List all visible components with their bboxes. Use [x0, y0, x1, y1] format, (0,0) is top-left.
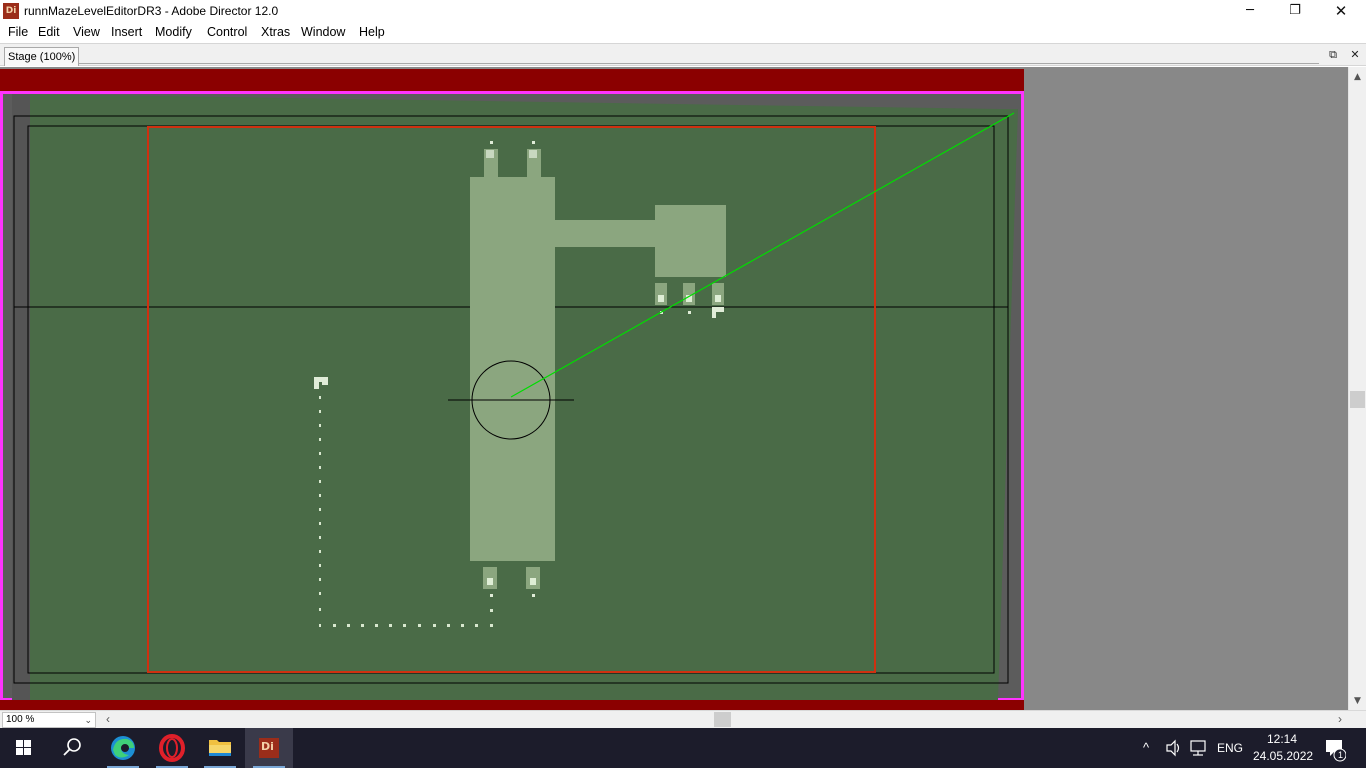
notification-center[interactable]: 1: [1322, 728, 1347, 768]
chevron-down-icon: ⌄: [84, 715, 92, 725]
windows-logo-icon: [16, 740, 31, 755]
bottom-bar: 100 % ⌄ ‹ ›: [0, 710, 1366, 728]
taskbar-explorer[interactable]: [196, 728, 244, 768]
menu-help[interactable]: Help: [359, 25, 385, 39]
vertical-scroll-thumb[interactable]: [1350, 391, 1365, 408]
stage-panel-header: Stage (100%) ⧉ ✕: [0, 43, 1366, 66]
menu-xtras[interactable]: Xtras: [261, 25, 290, 39]
maze-main-column: [470, 177, 555, 561]
title-bar: Di runnMazeLevelEditorDR3 - Adobe Direct…: [0, 0, 1366, 23]
dot-marker: [532, 594, 535, 597]
maze-room-block: [655, 205, 726, 277]
sprite-detail: [487, 578, 493, 585]
dot-marker: [490, 141, 493, 144]
vertical-scrollbar[interactable]: ▲ ▼: [1348, 67, 1366, 710]
menu-file[interactable]: File: [8, 25, 28, 39]
stage-tab[interactable]: Stage (100%): [4, 47, 80, 66]
start-flag-detail: [322, 382, 328, 385]
director-app-icon[interactable]: Di: [3, 3, 19, 19]
opera-icon: [159, 734, 185, 762]
menu-control[interactable]: Control: [207, 25, 247, 39]
tray-chevron[interactable]: ^: [1143, 728, 1149, 768]
sprite-detail: [658, 295, 664, 302]
language-indicator[interactable]: ENG: [1217, 728, 1243, 768]
notification-count: 1: [1338, 750, 1344, 760]
flag-pole: [712, 312, 716, 318]
taskbar-opera[interactable]: [148, 728, 196, 768]
panel-close-icon[interactable]: ✕: [1347, 47, 1363, 63]
stage-viewport[interactable]: [0, 67, 1348, 710]
clock-time[interactable]: 12:14: [1267, 732, 1297, 746]
edge-icon: [111, 736, 135, 760]
sprite-detail: [530, 578, 536, 585]
scroll-left-icon[interactable]: ‹: [100, 711, 116, 728]
dot-marker: [490, 594, 493, 597]
tab-strip-line: [79, 63, 1319, 64]
scroll-down-icon[interactable]: ▼: [1349, 693, 1366, 710]
minimize-button[interactable]: ─: [1227, 0, 1273, 23]
dot-marker: [532, 141, 535, 144]
checker-marker: [486, 150, 494, 158]
start-flag-pole: [314, 382, 319, 389]
menu-insert[interactable]: Insert: [111, 25, 142, 39]
menu-window[interactable]: Window: [301, 25, 345, 39]
taskbar-director[interactable]: Di: [245, 728, 293, 768]
maze-connector: [555, 220, 655, 247]
sprite-detail: [715, 295, 721, 302]
scroll-up-icon[interactable]: ▲: [1349, 69, 1366, 86]
menu-modify[interactable]: Modify: [155, 25, 192, 39]
clock-date[interactable]: 24.05.2022: [1253, 749, 1313, 763]
taskbar-edge[interactable]: [99, 728, 147, 768]
search-button[interactable]: [48, 728, 96, 768]
network-icon[interactable]: [1188, 728, 1208, 768]
start-button[interactable]: [0, 728, 48, 768]
horizontal-scroll-thumb[interactable]: [714, 712, 731, 727]
menu-bar: File Edit View Insert Modify Control Xtr…: [0, 23, 1366, 43]
menu-edit[interactable]: Edit: [38, 25, 60, 39]
folder-icon: [209, 740, 231, 756]
left-strip: [12, 94, 30, 700]
zoom-value: 100 %: [6, 714, 35, 725]
close-button[interactable]: ✕: [1318, 0, 1364, 23]
start-flag-marker: [314, 377, 328, 382]
stage-canvas[interactable]: [0, 67, 1024, 710]
window-title: runnMazeLevelEditorDR3 - Adobe Director …: [24, 4, 279, 18]
panel-restore-icon[interactable]: ⧉: [1325, 47, 1341, 63]
checker-marker: [529, 150, 537, 158]
search-icon: [63, 738, 81, 756]
restore-button[interactable]: ❐: [1272, 0, 1318, 23]
director-icon-label: Di: [261, 740, 274, 753]
zoom-select[interactable]: 100 % ⌄: [2, 712, 96, 728]
windows-taskbar: Di ^ ENG 12:14 24.05.2022 1: [0, 728, 1366, 768]
flag-marker: [712, 307, 724, 312]
menu-view[interactable]: View: [73, 25, 100, 39]
volume-icon[interactable]: [1164, 728, 1184, 768]
scroll-right-icon[interactable]: ›: [1332, 711, 1348, 728]
dot-marker: [688, 311, 691, 314]
